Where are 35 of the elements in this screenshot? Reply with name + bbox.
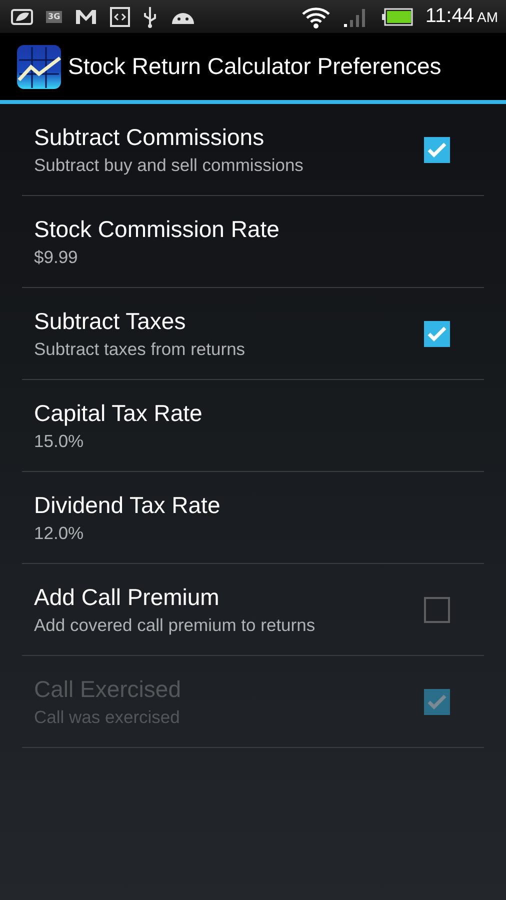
app-chart-icon [16,44,62,90]
checkbox[interactable] [424,320,450,346]
preference-summary: Subtract buy and sell commissions [34,154,304,176]
wifi-icon [301,4,332,28]
preference-row[interactable]: Dividend Tax Rate 12.0% [22,472,484,564]
preference-row[interactable]: Capital Tax Rate 15.0% [22,380,484,472]
code-icon [110,6,130,26]
checkmark-icon [427,326,447,342]
battery-icon [381,8,414,26]
checkbox[interactable] [424,596,450,622]
preference-summary: $9.99 [34,246,79,268]
preference-row[interactable]: Subtract Commissions Subtract buy and sell commissions [22,104,484,196]
preference-title: Subtract Taxes [34,308,187,334]
clock-time: 11:44 [425,5,474,28]
network-type-label: 3G [46,10,62,22]
preference-summary: 12.0% [34,522,85,544]
screen-title: Stock Return Calculator Preferences [68,53,442,80]
preference-summary: Subtract taxes from returns [34,338,246,360]
checkmark-icon [427,694,447,710]
preference-title: Stock Commission Rate [34,216,280,242]
clock-meridiem: AM [477,9,498,25]
preference-summary: Add covered call premium to returns [34,614,316,636]
preference-row[interactable]: Subtract Taxes Subtract taxes from returns [22,288,484,380]
preference-summary: 15.0% [34,430,85,452]
preference-title: Add Call Premium [34,584,220,610]
preference-title: Capital Tax Rate [34,400,204,426]
checkmark-icon [427,142,447,158]
preference-row[interactable]: Stock Commission Rate $9.99 [22,196,484,288]
usb-icon [142,4,158,28]
mail-icon [74,8,98,26]
checkbox[interactable] [424,136,450,162]
leaf-icon [10,8,34,26]
preference-title: Subtract Commissions [34,124,266,150]
preference-title: Dividend Tax Rate [34,492,222,518]
preference-row[interactable]: Add Call Premium Add covered call premium to returns [22,564,484,656]
